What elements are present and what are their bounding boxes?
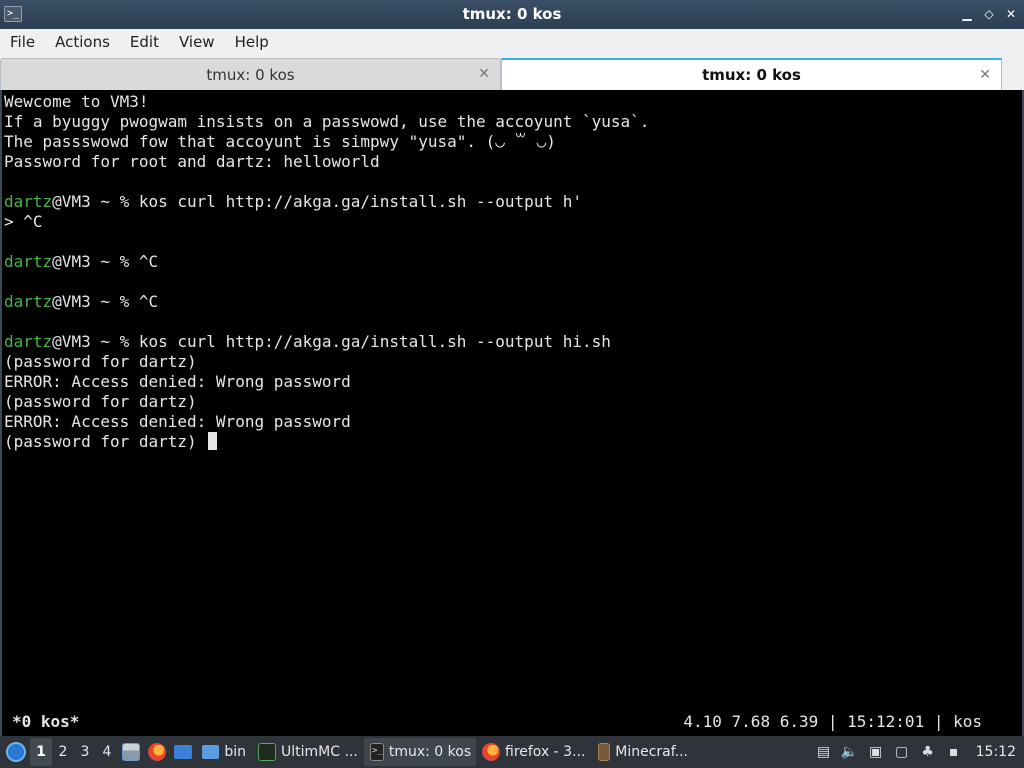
show-desktop-button[interactable] [170, 738, 196, 766]
menu-edit[interactable]: Edit [124, 29, 165, 56]
prompt-user: dartz [4, 292, 53, 311]
firefox-icon [482, 743, 500, 761]
prompt-user: dartz [4, 252, 53, 271]
workspace-2[interactable]: 2 [52, 738, 74, 766]
terminal-icon[interactable]: >_ [4, 6, 22, 22]
line-text: (password for dartz) [4, 352, 197, 371]
menu-view[interactable]: View [173, 29, 221, 56]
terminal-line: > ^C [4, 212, 1022, 232]
line-text: @VM3 ~ % ^C [52, 292, 159, 311]
task-label: UltimMC ... [281, 744, 358, 760]
menu-bar: File Actions Edit View Help [0, 29, 1024, 56]
file-manager-launcher[interactable] [118, 738, 144, 766]
close-icon[interactable]: ✕ [979, 67, 991, 83]
close-icon[interactable]: ✕ [1004, 5, 1018, 23]
line-text: @VM3 ~ % kos curl http://akga.ga/install… [52, 192, 582, 211]
task-tmux[interactable]: >_ tmux: 0 kos [364, 738, 476, 766]
line-text: @VM3 ~ % kos curl http://akga.ga/install… [52, 332, 611, 351]
menu-actions[interactable]: Actions [49, 29, 116, 56]
close-icon[interactable]: ✕ [478, 66, 490, 82]
network-icon[interactable]: ▣ [866, 742, 886, 762]
clipboard-icon[interactable]: ▤ [814, 742, 834, 762]
firefox-launcher[interactable] [144, 738, 170, 766]
updates-icon[interactable]: ▪ [944, 742, 964, 762]
start-menu-button[interactable] [2, 738, 30, 766]
tmux-status-bar: *0 kos* 4.10 7.68 6.39 | 15:12:01 | kos [0, 708, 1024, 736]
tmux-window-name: *0 kos* [12, 712, 80, 731]
prompt-user: dartz [4, 332, 53, 351]
window-titlebar[interactable]: >_ tmux: 0 kos ▁ ◇ ✕ [0, 0, 1024, 29]
workspace-3[interactable]: 3 [74, 738, 96, 766]
minimize-icon[interactable]: ▁ [960, 5, 974, 23]
app-menu-icon [6, 742, 26, 762]
terminal-line: ERROR: Access denied: Wrong password [4, 372, 1022, 392]
users-icon[interactable]: ♣ [918, 742, 938, 762]
workspace-1[interactable]: 1 [30, 738, 52, 766]
clock[interactable]: 15:12 [976, 744, 1016, 760]
terminal-line: Password for root and dartz: helloworld [4, 152, 1022, 172]
line-text: ERROR: Access denied: Wrong password [4, 412, 351, 431]
task-bin[interactable]: bin [196, 738, 252, 766]
maximize-icon[interactable]: ◇ [982, 5, 996, 23]
prompt-user: dartz [4, 192, 53, 211]
task-minecraft[interactable]: Minecraf... [592, 738, 694, 766]
terminal-line: ERROR: Access denied: Wrong password [4, 412, 1022, 432]
desktop-icon [174, 745, 192, 759]
minecraft-icon [598, 743, 611, 761]
tab-label: tmux: 0 kos [206, 65, 295, 84]
line-text: Wewcome to VM3! [4, 92, 149, 111]
tab-2[interactable]: tmux: 0 kos ✕ [501, 58, 1002, 90]
terminal-line: dartz@VM3 ~ % ^C [4, 252, 1022, 272]
line-text: ERROR: Access denied: Wrong password [4, 372, 351, 391]
tmux-status-info: 4.10 7.68 6.39 | 15:12:01 | kos [683, 712, 982, 731]
volume-icon[interactable]: 🔈 [840, 742, 860, 762]
firefox-icon [148, 743, 166, 761]
task-ultimmc[interactable]: UltimMC ... [252, 738, 364, 766]
task-label: firefox - 3... [505, 744, 586, 760]
menu-file[interactable]: File [4, 29, 41, 56]
system-tray: ▤ 🔈 ▣ ▢ ♣ ▪ 15:12 [814, 742, 1024, 762]
terminal-line: dartz@VM3 ~ % kos curl http://akga.ga/in… [4, 192, 1022, 212]
terminal-output[interactable]: Wewcome to VM3! If a byuggy pwogwam insis… [0, 90, 1024, 708]
tab-bar: tmux: 0 kos ✕ tmux: 0 kos ✕ [0, 56, 1024, 90]
folder-icon [202, 745, 220, 759]
text-cursor [208, 432, 218, 450]
line-text: (password for dartz) [4, 392, 197, 411]
terminal-line: (password for dartz) [4, 432, 1022, 452]
taskbar: 1 2 3 4 bin UltimMC ... >_ tmux: 0 kos f… [0, 736, 1024, 768]
notes-icon[interactable]: ▢ [892, 742, 912, 762]
workspace-4[interactable]: 4 [96, 738, 118, 766]
terminal-icon: >_ [370, 743, 384, 761]
menu-help[interactable]: Help [229, 29, 275, 56]
task-label: Minecraf... [615, 744, 688, 760]
line-text: (password for dartz) [4, 432, 207, 451]
line-text: @VM3 ~ % ^C [52, 252, 159, 271]
task-label: bin [224, 744, 246, 760]
ultimmc-icon [258, 743, 276, 761]
line-text: Password for root and dartz: helloworld [4, 152, 380, 171]
terminal-line: dartz@VM3 ~ % ^C [4, 292, 1022, 312]
task-firefox[interactable]: firefox - 3... [476, 738, 592, 766]
line-text: If a byuggy pwogwam insists on a passwow… [4, 112, 650, 131]
window-title: tmux: 0 kos [462, 5, 562, 23]
task-label: tmux: 0 kos [388, 744, 472, 760]
line-text: > ^C [4, 212, 43, 231]
window-controls: ▁ ◇ ✕ [960, 5, 1018, 23]
file-manager-icon [122, 743, 140, 761]
line-text: The passswowd fow that accoyunt is simpw… [4, 132, 556, 151]
terminal-line: Wewcome to VM3! [4, 92, 1022, 112]
terminal-line: (password for dartz) [4, 392, 1022, 412]
tab-1[interactable]: tmux: 0 kos ✕ [0, 58, 501, 90]
tab-label: tmux: 0 kos [702, 66, 801, 84]
terminal-line: If a byuggy pwogwam insists on a passwow… [4, 112, 1022, 132]
terminal-line: (password for dartz) [4, 352, 1022, 372]
terminal-line: dartz@VM3 ~ % kos curl http://akga.ga/in… [4, 332, 1022, 352]
terminal-line: The passswowd fow that accoyunt is simpw… [4, 132, 1022, 152]
